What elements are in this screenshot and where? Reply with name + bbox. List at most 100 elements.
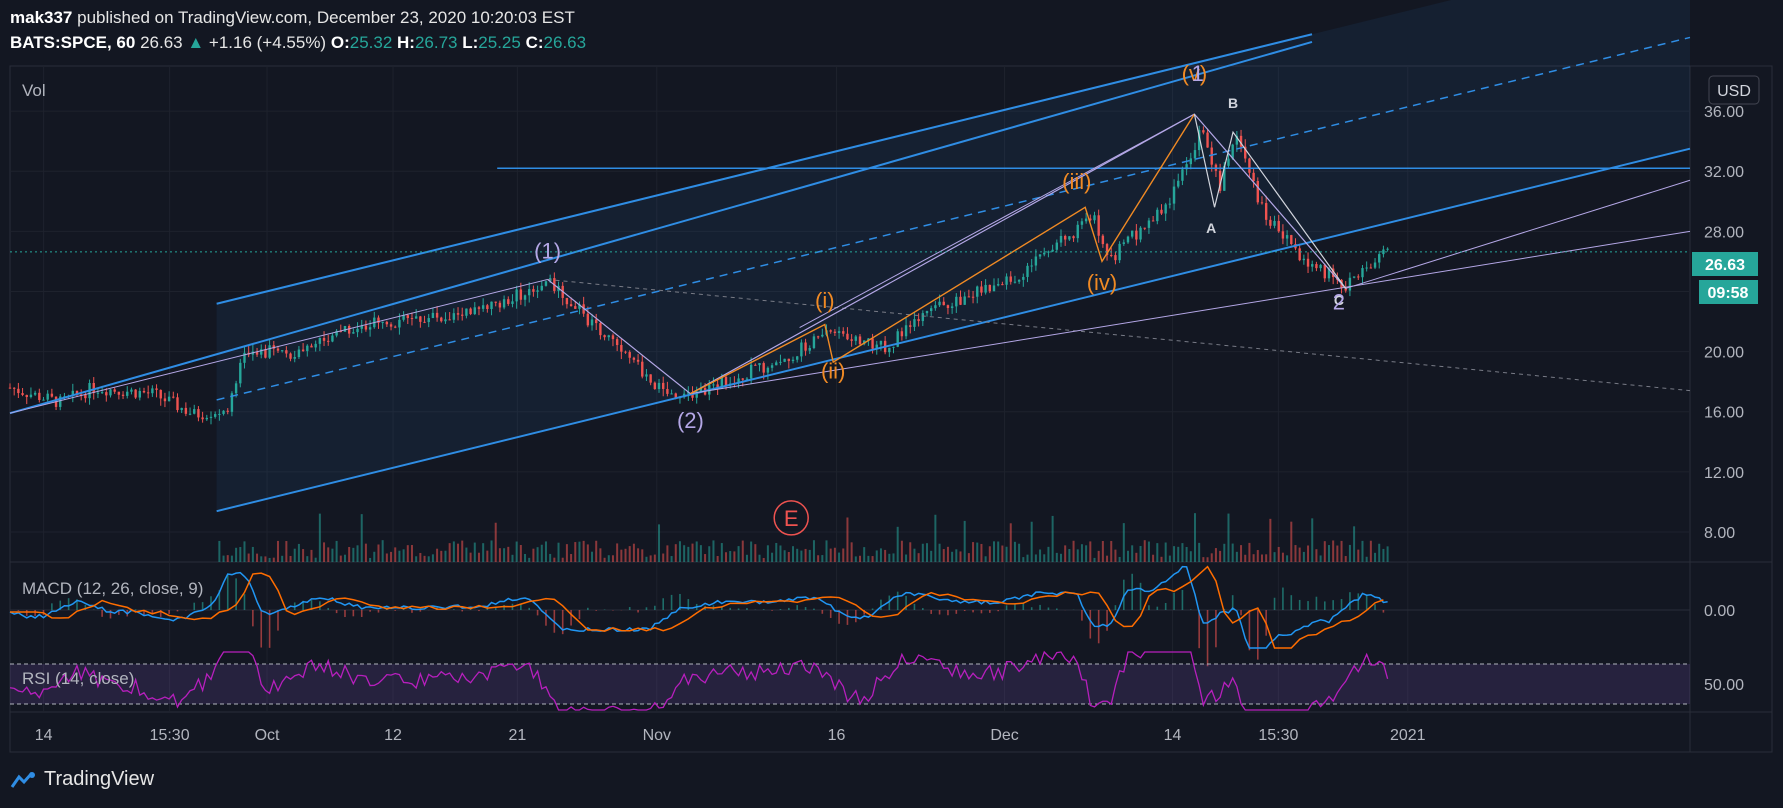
tradingview-logo[interactable]: TradingView: [10, 768, 154, 791]
volume-bar: [900, 540, 903, 562]
volume-bar: [1043, 554, 1046, 562]
macd-histogram-bar: [520, 604, 522, 610]
candle-body: [536, 290, 539, 292]
candle-body: [1164, 204, 1167, 214]
wave-label: A: [1206, 220, 1216, 236]
volume-bar: [1323, 541, 1326, 562]
candle-body: [502, 299, 506, 308]
candle-body: [25, 394, 28, 398]
macd-histogram-bar: [855, 610, 857, 623]
volume-bar: [1059, 553, 1062, 562]
volume-bar: [1353, 526, 1356, 562]
candle-body: [1227, 158, 1230, 166]
volume-bar: [318, 513, 321, 562]
volume-bar: [461, 540, 464, 562]
volume-bar: [281, 555, 284, 562]
volume-bar: [1080, 544, 1083, 562]
volume-bar: [230, 555, 233, 562]
candle-body: [1097, 215, 1100, 236]
candle-body: [846, 333, 849, 340]
macd-histogram-bar: [1323, 601, 1326, 610]
macd-histogram-bar: [1340, 599, 1343, 610]
candle-body: [946, 305, 950, 309]
price-chart[interactable]: (1)(2)(i)(ii)(iii)(iv)(v)1ABC2E 36.0032.…: [0, 0, 1783, 808]
volume-bar: [863, 547, 866, 562]
candle-body: [624, 351, 627, 353]
volume-bar: [729, 551, 732, 562]
candle-body: [1378, 254, 1381, 263]
candle-body: [1277, 220, 1280, 232]
candle-body: [1206, 132, 1209, 148]
candle-body: [628, 352, 631, 358]
macd-histogram-bar: [1382, 610, 1385, 613]
volume-bar: [972, 542, 975, 562]
candle-body: [130, 389, 133, 392]
currency-button[interactable]: USD: [1708, 75, 1760, 105]
price-tick-label: 16.00: [1704, 405, 1744, 422]
volume-bar: [1369, 540, 1372, 562]
candle-body: [222, 410, 225, 414]
macd-histogram-bar: [193, 602, 196, 610]
volume-bar: [570, 554, 573, 562]
candle-body: [184, 407, 188, 414]
candle-body: [1101, 235, 1105, 245]
candle-body: [904, 325, 908, 337]
volume-bar: [867, 555, 870, 562]
candle-body: [925, 311, 929, 314]
volume-bar: [812, 540, 815, 562]
candle-body: [917, 319, 920, 322]
volume-bar: [507, 546, 510, 562]
volume-bar: [1252, 554, 1255, 562]
volume-bar: [741, 540, 744, 562]
candle-body: [787, 358, 791, 362]
candle-body: [92, 382, 95, 393]
volume-bar: [276, 540, 279, 562]
volume-bar: [1093, 557, 1096, 562]
volume-bar: [394, 547, 397, 562]
volume-bar: [616, 543, 619, 562]
last-price-tag: 26.63 09:58: [1692, 252, 1758, 304]
macd-histogram-bar: [134, 609, 137, 610]
volume-bar: [419, 552, 422, 562]
candle-body: [632, 357, 636, 360]
candle-body: [879, 340, 883, 345]
candle-body: [84, 394, 87, 399]
volume-bar: [574, 542, 577, 562]
macd-histogram-bar: [352, 610, 355, 617]
candle-body: [368, 327, 372, 330]
volume-bar: [1193, 513, 1196, 562]
volume-bar: [343, 554, 346, 562]
wave-label: B: [1228, 95, 1238, 111]
candle-body: [749, 364, 753, 379]
volume-bar: [595, 540, 598, 562]
volume-bar: [1235, 551, 1238, 562]
candle-body: [343, 325, 347, 332]
macd-histogram-bar: [478, 610, 480, 612]
candle-body: [213, 414, 217, 417]
volume-bar: [938, 543, 941, 562]
macd-histogram-bar: [201, 602, 204, 610]
macd-histogram-bar: [729, 607, 732, 610]
volume-bar: [1055, 552, 1058, 562]
volume-bar: [339, 555, 342, 562]
volume-bar: [658, 524, 661, 562]
last-price-tag-text: 26.63: [1705, 257, 1745, 274]
volume-bar: [846, 517, 849, 562]
time-tick-label: 21: [508, 727, 526, 744]
macd-histogram-bar: [1307, 601, 1309, 610]
candle-body: [452, 313, 456, 320]
candle-body: [469, 308, 472, 315]
time-tick-label: Dec: [990, 727, 1018, 744]
volume-bar: [653, 554, 656, 562]
price-axis: 36.0032.0028.0024.0020.0016.0012.008.000…: [1704, 104, 1744, 694]
volume-bar: [1365, 556, 1368, 562]
volume-bar: [1005, 546, 1008, 562]
price-tick-label: 20.00: [1704, 345, 1744, 362]
candle-body: [988, 284, 992, 292]
volume-bar: [716, 556, 719, 562]
candle-body: [1302, 258, 1306, 261]
candle-body: [900, 331, 904, 337]
candle-body: [1306, 258, 1310, 267]
volume-bar: [603, 557, 606, 562]
candle-body: [352, 332, 355, 334]
